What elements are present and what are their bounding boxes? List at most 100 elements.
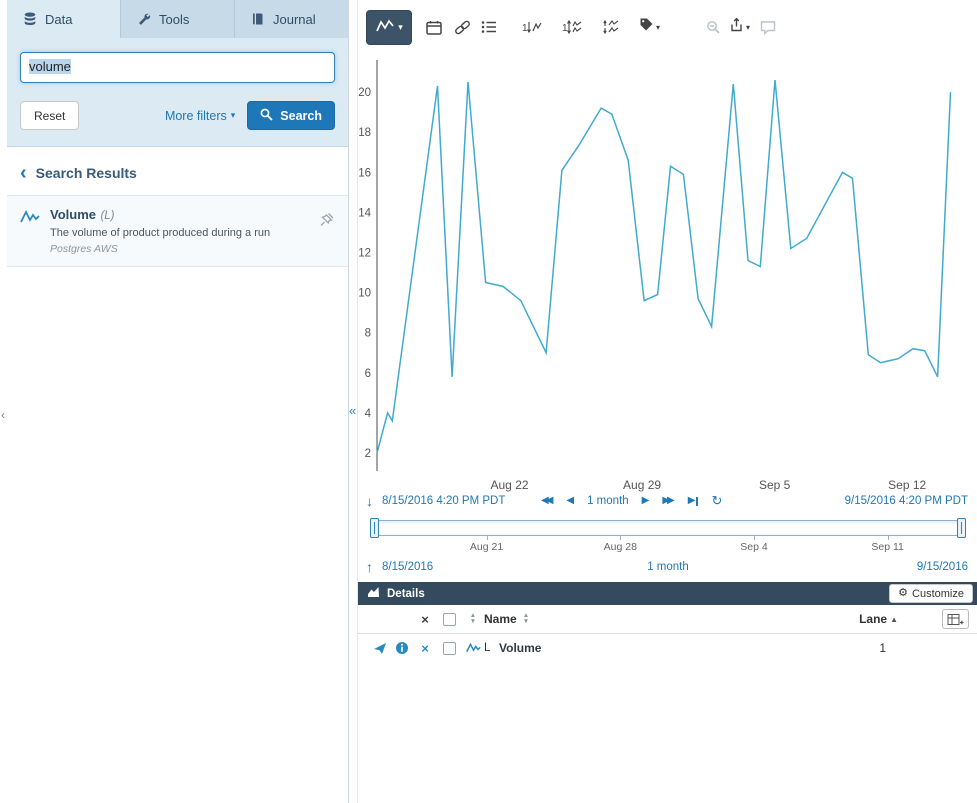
display-range-controls: ↓ 8/15/2016 4:20 PM PDT ◀◀ ◀ 1 month ▶ ▶…: [358, 495, 977, 513]
tab-journal-label: Journal: [273, 12, 316, 27]
journal-icon: [250, 12, 265, 26]
result-title: Volume: [50, 207, 96, 222]
send-signal-icon[interactable]: [370, 642, 390, 655]
caret-down-icon: ▾: [398, 22, 403, 33]
tag-icon: [639, 17, 654, 37]
investigate-duration[interactable]: 1 month: [358, 561, 977, 573]
step-back-half-icon[interactable]: ◀: [566, 495, 574, 507]
slider-tick-label: Aug 28: [604, 541, 637, 553]
labels-dropdown[interactable]: ▾: [639, 17, 660, 37]
tab-journal[interactable]: Journal: [235, 0, 348, 38]
search-button[interactable]: Search: [247, 101, 335, 130]
slider-handle-left[interactable]: [370, 518, 379, 538]
result-unit: (L): [100, 210, 114, 222]
separate-axes-icon[interactable]: [601, 19, 623, 35]
calendar-icon[interactable]: [426, 20, 442, 35]
caret-down-icon: ▾: [746, 23, 750, 32]
step-back-full-icon[interactable]: ◀◀: [541, 495, 553, 507]
trend-chart-icon: [375, 18, 395, 37]
data-panel: Data Tools Journal volume Reset More fil…: [7, 0, 349, 803]
collapse-panel-icon[interactable]: «: [349, 403, 356, 418]
select-all-checkbox[interactable]: [443, 613, 456, 626]
result-description: The volume of product produced during a …: [50, 227, 270, 239]
details-table-header: × ▲ ▼ Name ▲ ▼ Lane ▲: [358, 605, 977, 634]
back-icon[interactable]: ‹: [20, 166, 27, 180]
remove-item-icon[interactable]: ×: [414, 641, 436, 656]
sort-name-icon[interactable]: ▲ ▼: [523, 613, 529, 625]
search-form: volume Reset More filters ▾ Search: [7, 38, 348, 147]
x-axis-tick-label: Sep 5: [759, 478, 790, 492]
slider-axis-labels: Aug 21Aug 28Sep 4Sep 11: [372, 541, 964, 555]
wrench-icon: [136, 12, 151, 26]
item-info-icon[interactable]: [390, 641, 414, 655]
search-input[interactable]: volume: [20, 52, 335, 83]
slider-tick-mark: [888, 536, 889, 540]
caret-down-icon: ▾: [231, 110, 236, 121]
search-results-header: ‹ Search Results: [7, 147, 348, 191]
svg-text:18: 18: [358, 127, 371, 139]
svg-text:14: 14: [358, 207, 371, 219]
step-forward-full-icon[interactable]: ▶▶: [662, 495, 674, 507]
slider-handle-right[interactable]: [957, 518, 966, 538]
search-result-item[interactable]: Volume (L) The volume of product produce…: [7, 195, 348, 267]
export-dropdown[interactable]: ▾: [729, 17, 750, 38]
samples-list-icon[interactable]: [481, 20, 497, 34]
zoom-out-icon[interactable]: [706, 20, 721, 35]
display-range-end[interactable]: 9/15/2016 4:20 PM PDT: [845, 495, 968, 507]
tab-data[interactable]: Data: [7, 0, 121, 38]
investigate-end[interactable]: 9/15/2016: [917, 561, 968, 573]
panel-collapse-divider[interactable]: «: [349, 0, 357, 803]
sort-down-glyph: ▼: [470, 619, 476, 625]
signal-icon: [20, 209, 40, 230]
more-filters-link[interactable]: More filters ▾: [165, 109, 235, 123]
x-axis-labels: Aug 22Aug 29Sep 5Sep 12: [358, 478, 977, 494]
customize-button[interactable]: ⚙ Customize: [889, 584, 973, 603]
row-name: Volume: [499, 641, 828, 655]
svg-text:10: 10: [358, 288, 371, 300]
one-lane-icon[interactable]: 1: [521, 19, 543, 35]
trend-chart-svg[interactable]: 2468101214161820: [358, 58, 977, 476]
slider-tick-label: Aug 21: [470, 541, 503, 553]
row-lane-value[interactable]: 1: [879, 641, 898, 655]
workbench-panel: ▾ 1 1 ▾: [357, 0, 977, 803]
annotate-icon[interactable]: [760, 20, 776, 35]
details-row[interactable]: × L Volume 1: [358, 637, 977, 659]
lane-sort-asc-icon: ▲: [890, 615, 898, 624]
add-column-button[interactable]: [942, 609, 969, 629]
sort-down-glyph: ▼: [523, 619, 529, 625]
export-icon: [729, 17, 744, 38]
svg-text:2: 2: [365, 448, 371, 460]
result-text: Volume (L) The volume of product produce…: [50, 206, 270, 255]
refresh-icon[interactable]: ↻: [711, 495, 722, 507]
left-collapse-strip[interactable]: ‹: [0, 0, 7, 803]
lane-column-header[interactable]: Lane: [859, 612, 887, 626]
display-range-start[interactable]: 8/15/2016 4:20 PM PDT: [382, 495, 505, 507]
tab-tools[interactable]: Tools: [121, 0, 235, 38]
time-slider-track[interactable]: [372, 520, 964, 536]
step-forward-half-icon[interactable]: ▶: [642, 495, 650, 507]
slider-tick-label: Sep 11: [871, 541, 904, 553]
slider-tick-mark: [487, 536, 488, 540]
trend-chart[interactable]: 2468101214161820 Aug 22Aug 29Sep 5Sep 12: [358, 54, 977, 494]
display-type-dropdown[interactable]: ▾: [366, 10, 412, 45]
step-to-now-icon[interactable]: ▶: [688, 495, 699, 507]
row-checkbox[interactable]: [443, 642, 456, 655]
svg-text:8: 8: [365, 328, 371, 340]
link-icon[interactable]: [454, 20, 471, 35]
tab-data-label: Data: [45, 12, 72, 27]
caret-down-icon: ▾: [656, 23, 660, 32]
display-range-duration[interactable]: 1 month: [587, 495, 629, 507]
one-axis-icon[interactable]: 1: [561, 19, 583, 35]
svg-text:12: 12: [358, 247, 371, 259]
svg-text:1: 1: [522, 23, 528, 34]
trend-toolbar: ▾ 1 1 ▾: [358, 0, 977, 54]
reset-button[interactable]: Reset: [20, 101, 79, 130]
expand-range-down-icon[interactable]: ↓: [366, 495, 373, 507]
pin-icon[interactable]: [319, 212, 335, 232]
collapse-left-edge-icon[interactable]: ‹: [1, 408, 5, 422]
sort-type-icon[interactable]: ▲ ▼: [470, 613, 476, 625]
time-slider[interactable]: [372, 519, 964, 539]
slider-tick-mark: [754, 536, 755, 540]
name-column-header[interactable]: Name: [484, 612, 517, 626]
remove-all-icon[interactable]: ×: [414, 612, 436, 627]
